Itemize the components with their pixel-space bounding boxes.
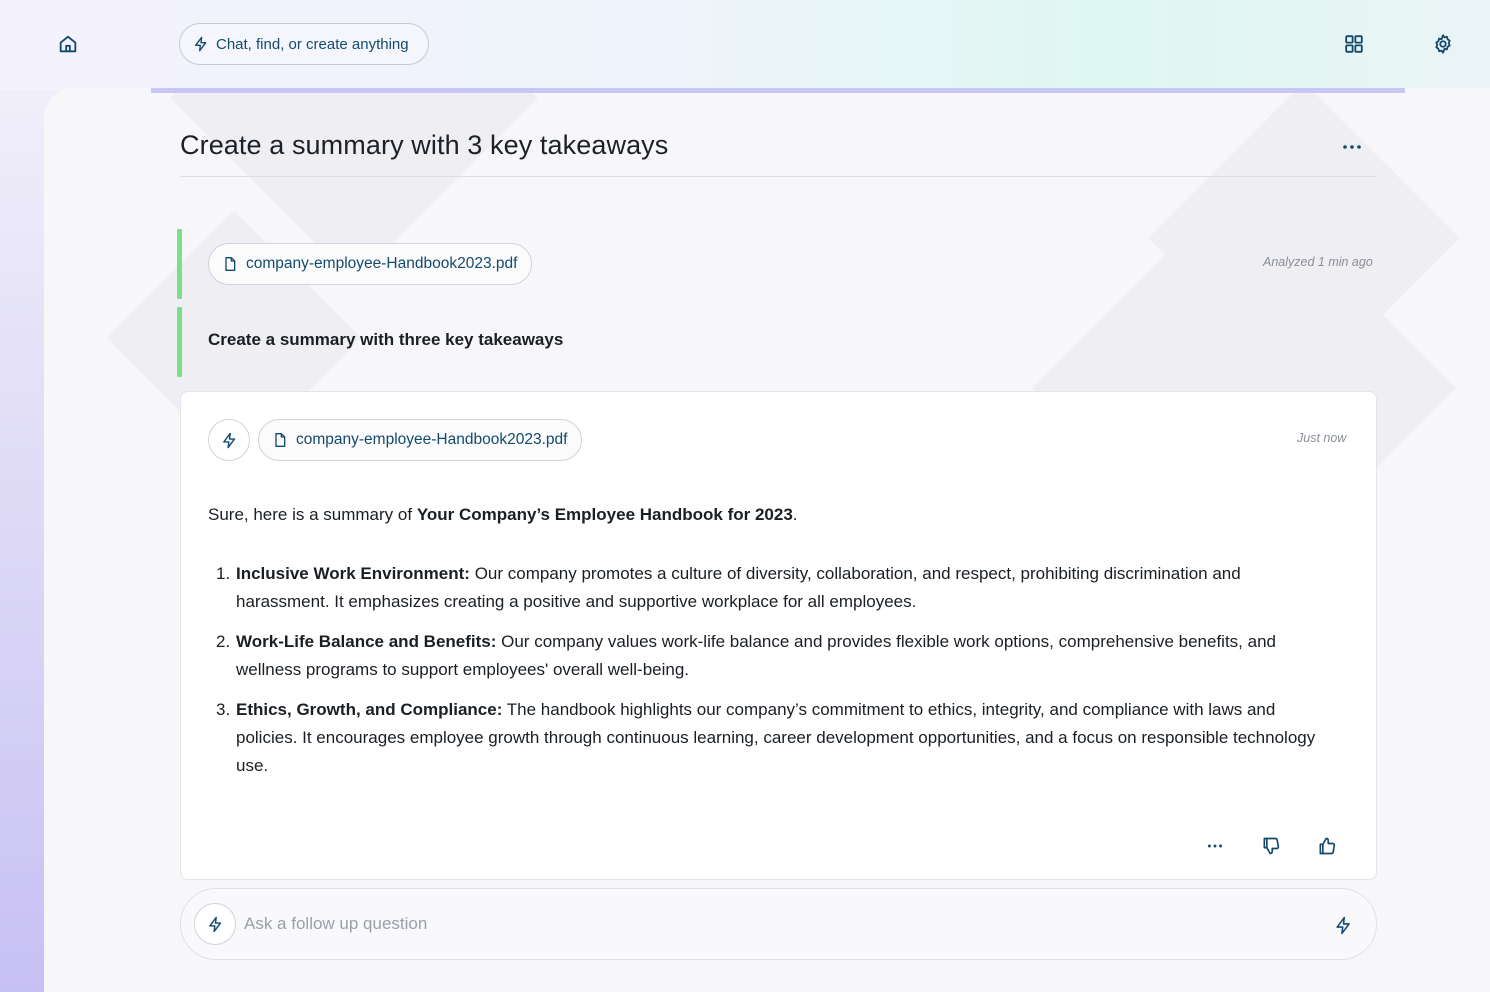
home-icon	[59, 35, 77, 53]
followup-bar	[180, 888, 1377, 960]
bolt-icon	[195, 36, 207, 52]
send-button[interactable]	[1327, 909, 1359, 941]
more-horizontal-icon	[1207, 844, 1223, 848]
user-message-marker	[177, 229, 182, 299]
answer-intro: Sure, here is a summary of Your Company’…	[208, 505, 798, 525]
takeaway-number: 3.	[216, 700, 231, 719]
user-prompt-text: Create a summary with three key takeaway…	[208, 330, 564, 349]
takeaway-number: 1.	[216, 564, 231, 583]
file-icon	[275, 433, 286, 447]
apps-button[interactable]	[1336, 26, 1372, 62]
answer-timestamp: Just now	[1297, 431, 1347, 445]
intro-suffix: .	[792, 505, 798, 524]
takeaway-item: 1. Inclusive Work Environment: Our compan…	[208, 560, 1328, 616]
grid-icon	[1345, 35, 1363, 53]
followup-bolt	[194, 903, 236, 945]
user-file-chip[interactable]: company-employee-Handbook2023.pdf	[208, 243, 533, 285]
page-title: Create a summary with 3 key takeaways	[180, 130, 669, 160]
takeaway-heading: Work-Life Balance and Benefits:	[236, 632, 497, 651]
answer-more-button[interactable]	[1199, 830, 1231, 862]
more-horizontal-icon	[1343, 145, 1361, 149]
answer-card: company-employee-Handbook2023.pdf Just n…	[180, 391, 1377, 880]
user-message-marker	[177, 307, 182, 377]
user-timestamp: Analyzed 1 min ago	[1263, 255, 1373, 269]
thumbs-down-button[interactable]	[1255, 830, 1287, 862]
command-bar[interactable]: Chat, find, or create anything	[179, 23, 429, 65]
answer-file-chip[interactable]: company-employee-Handbook2023.pdf	[258, 419, 583, 461]
takeaway-number: 2.	[216, 632, 231, 651]
takeaway-item: 2. Work-Life Balance and Benefits: Our co…	[208, 628, 1328, 684]
file-name: company-employee-Handbook2023.pdf	[246, 255, 518, 272]
file-name: company-employee-Handbook2023.pdf	[296, 431, 568, 448]
title-divider	[180, 176, 1376, 177]
bolt-icon	[222, 432, 235, 448]
intro-prefix: Sure, here is a summary of	[208, 505, 417, 524]
progress-bar	[151, 88, 1405, 93]
home-button[interactable]	[50, 26, 86, 62]
command-bar-label: Chat, find, or create anything	[216, 35, 409, 53]
thumbs-up-button[interactable]	[1311, 830, 1343, 862]
main-panel: Create a summary with 3 key takeaways co…	[44, 88, 1490, 992]
intro-document-name: Your Company’s Employee Handbook for 202…	[416, 505, 793, 524]
gear-icon	[1435, 34, 1451, 54]
bolt-icon	[208, 916, 221, 932]
takeaway-heading: Inclusive Work Environment:	[236, 564, 470, 583]
thumbs-down-icon	[1263, 837, 1280, 855]
takeaway-item: 3. Ethics, Growth, and Compliance: The ha…	[208, 696, 1328, 780]
takeaways-list: 1. Inclusive Work Environment: Our compan…	[208, 560, 1328, 792]
thumbs-up-icon	[1319, 837, 1336, 855]
conversation-more-button[interactable]	[1334, 132, 1370, 162]
assistant-avatar	[208, 419, 250, 461]
followup-input[interactable]	[244, 907, 1304, 941]
file-icon	[225, 257, 236, 271]
top-bar: Chat, find, or create anything	[0, 0, 1490, 90]
settings-button[interactable]	[1425, 26, 1461, 62]
takeaway-heading: Ethics, Growth, and Compliance:	[236, 700, 503, 719]
bolt-icon	[1335, 916, 1350, 934]
